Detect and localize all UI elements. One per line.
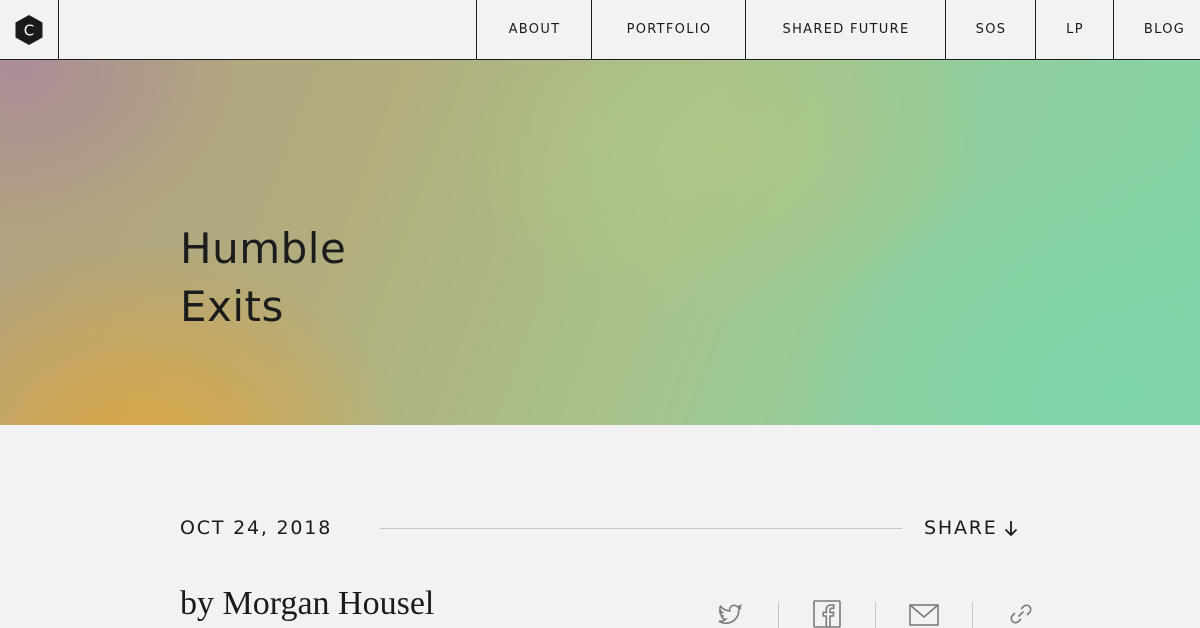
share-separator xyxy=(875,602,876,628)
page-title-line-1: Humble xyxy=(180,224,347,273)
hero-banner: Humble Exits xyxy=(0,60,1200,425)
nav-shared-future[interactable]: SHARED FUTURE xyxy=(745,0,946,59)
nav-about-label: ABOUT xyxy=(508,22,561,37)
site-header: C ABOUT PORTFOLIO SHARED FUTURE SOS LP B… xyxy=(0,0,1200,60)
share-separator xyxy=(972,602,973,628)
logo-link[interactable]: C xyxy=(0,0,59,59)
facebook-icon[interactable] xyxy=(811,598,843,628)
nav-lp[interactable]: LP xyxy=(1035,0,1114,59)
share-button[interactable]: SHARE xyxy=(924,517,1018,539)
page-title-line-2: Exits xyxy=(180,282,284,331)
twitter-icon[interactable] xyxy=(714,598,746,628)
arrow-down-icon xyxy=(1004,520,1017,536)
nav-lp-label: LP xyxy=(1066,22,1084,37)
nav-portfolio[interactable]: PORTFOLIO xyxy=(591,0,746,59)
nav-sos[interactable]: SOS xyxy=(945,0,1036,59)
divider-line xyxy=(380,528,902,529)
nav-blog-label: BLOG xyxy=(1143,22,1186,37)
share-label: SHARE xyxy=(924,517,998,539)
nav-sos-label: SOS xyxy=(975,22,1007,37)
share-separator xyxy=(778,602,779,628)
link-icon[interactable] xyxy=(1005,598,1037,628)
nav-blog[interactable]: BLOG xyxy=(1113,0,1200,59)
author-byline: by Morgan Housel xyxy=(180,585,435,622)
logo-letter: C xyxy=(24,21,34,39)
publish-date: OCT 24, 2018 xyxy=(180,517,333,539)
mail-icon[interactable] xyxy=(908,598,940,628)
nav-portfolio-label: PORTFOLIO xyxy=(626,22,712,37)
logo-icon: C xyxy=(15,14,43,45)
page-title: Humble Exits xyxy=(180,220,346,336)
nav-about[interactable]: ABOUT xyxy=(476,0,592,59)
nav-shared-future-label: SHARED FUTURE xyxy=(782,22,910,37)
